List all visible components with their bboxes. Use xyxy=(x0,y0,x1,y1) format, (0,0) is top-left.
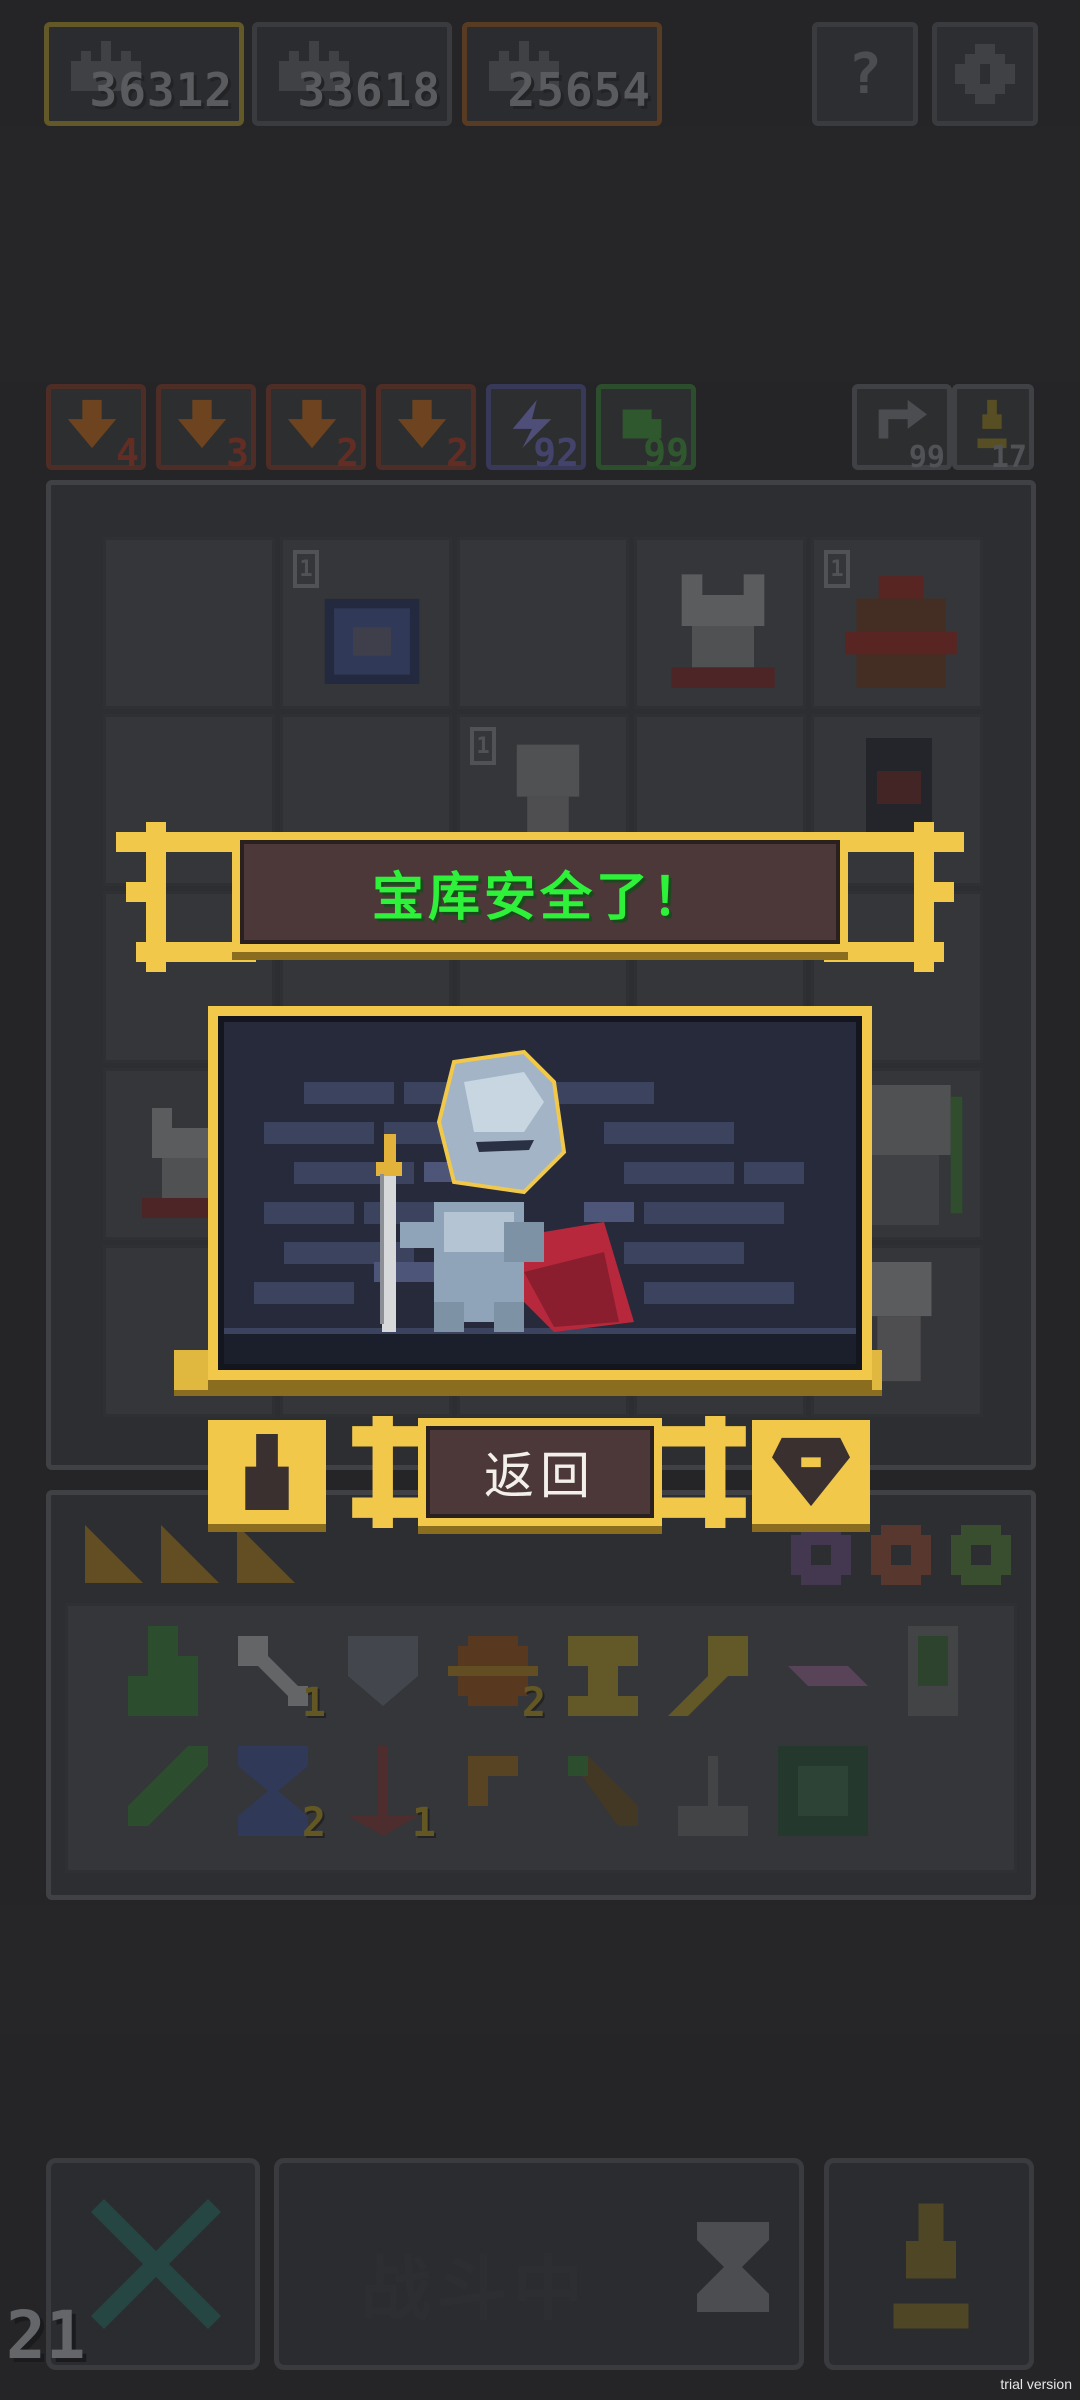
title-banner: 宝库安全了！ xyxy=(232,832,848,952)
return-label: 返回 xyxy=(484,1447,596,1505)
button-ornament-right xyxy=(654,1416,746,1528)
gem-button[interactable] xyxy=(752,1420,870,1524)
keyhole-icon xyxy=(245,1434,289,1510)
tower-button[interactable] xyxy=(208,1420,326,1524)
hero-portrait-frame xyxy=(208,1006,872,1380)
knight-hero-illustration xyxy=(224,1049,856,1364)
gem-icon xyxy=(772,1437,850,1507)
dialog-title: 宝库安全了！ xyxy=(371,867,708,928)
return-button[interactable]: 返回 xyxy=(418,1418,662,1526)
hero-portrait xyxy=(218,1016,862,1370)
watermark: trial version xyxy=(1000,2376,1072,2392)
